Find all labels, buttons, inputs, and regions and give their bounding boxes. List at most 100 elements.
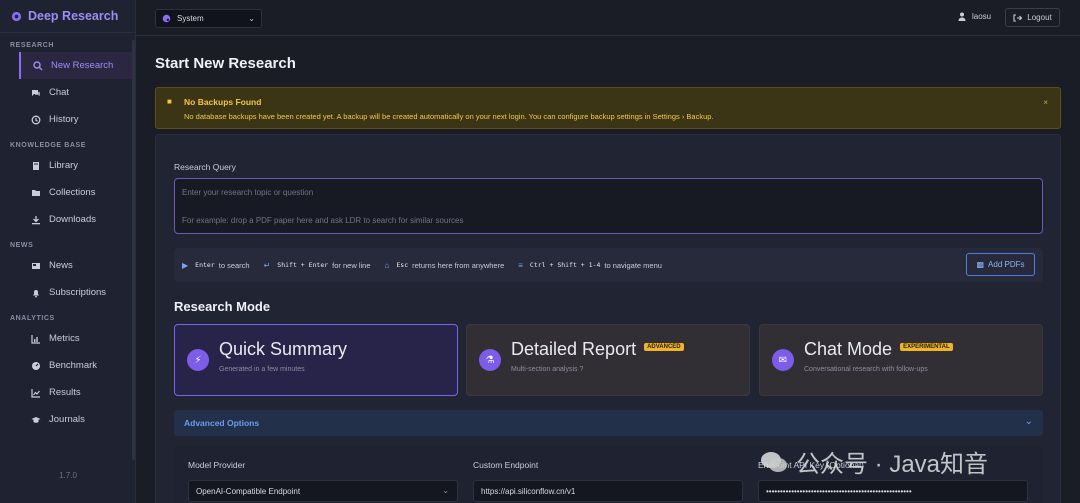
theme-select-value: System xyxy=(177,14,204,23)
model-provider-label: Model Provider xyxy=(188,460,246,470)
watermark: 公众号 · Java知音 xyxy=(760,444,988,479)
comments-icon: ✉ xyxy=(772,349,794,371)
atom-icon xyxy=(11,11,22,21)
close-icon[interactable]: × xyxy=(1043,98,1048,107)
play-icon: ▶ xyxy=(182,260,189,270)
section-label-analytics: ANALYTICS xyxy=(10,315,55,322)
folder-warning-icon: ■ xyxy=(167,97,172,106)
query-placeholder-line1: Enter your research topic or question xyxy=(182,188,314,197)
brand-name: Deep Research xyxy=(28,9,119,23)
book-icon xyxy=(31,161,41,171)
sidebar-item-journals[interactable]: Journals xyxy=(0,406,135,433)
sidebar-item-label: Chat xyxy=(49,87,70,98)
mode-title-wrap: Detailed Report ADVANCED xyxy=(511,339,684,360)
file-pdf-icon: ▩ xyxy=(976,260,985,269)
line-chart-icon xyxy=(31,388,41,398)
sidebar-item-news[interactable]: News xyxy=(0,252,135,279)
shortcut-text: to search xyxy=(218,260,250,270)
model-provider-value: OpenAI-Compatible Endpoint xyxy=(196,486,301,496)
newspaper-icon xyxy=(31,261,41,271)
add-pdfs-label: Add PDFs xyxy=(988,260,1025,269)
mode-title: Chat Mode xyxy=(804,339,893,359)
mode-title: Quick Summary xyxy=(219,339,348,359)
sidebar-item-chat[interactable]: Chat xyxy=(0,79,135,106)
custom-endpoint-input[interactable]: https://api.siliconflow.cn/v1 xyxy=(473,480,743,502)
palette-icon xyxy=(162,14,171,23)
lightning-icon: ⚡ xyxy=(187,349,209,371)
sidebar-item-benchmark[interactable]: Benchmark xyxy=(0,352,135,379)
chevron-down-icon: ⌄ xyxy=(1024,416,1033,427)
shortcut-key: Shift + Enter xyxy=(277,261,329,269)
model-provider-select[interactable]: OpenAI-Compatible Endpoint ⌄ xyxy=(188,480,458,502)
advanced-options-label: Advanced Options xyxy=(184,418,260,428)
custom-endpoint-value: https://api.siliconflow.cn/v1 xyxy=(481,486,576,496)
brand[interactable]: Deep Research xyxy=(0,0,135,33)
return-arrow-icon: ↵ xyxy=(263,260,271,270)
sidebar-item-label: Journals xyxy=(49,414,85,425)
wechat-icon xyxy=(761,451,787,472)
chat-icon xyxy=(31,88,41,98)
keyboard-shortcuts-bar: ▶ Enter to search ↵ Shift + Enter for ne… xyxy=(174,248,1043,282)
sidebar-item-subscriptions[interactable]: Subscriptions xyxy=(0,279,135,306)
mode-badge: EXPERIMENTAL xyxy=(900,343,953,352)
sidebar-item-library[interactable]: Library xyxy=(0,152,135,179)
shortcut-key: Esc xyxy=(396,261,409,269)
gauge-icon xyxy=(31,361,41,371)
flask-icon: ⚗ xyxy=(479,349,501,371)
home-icon: ⌂ xyxy=(384,260,390,270)
sidebar-item-label: Metrics xyxy=(49,333,80,344)
sidebar-item-label: Subscriptions xyxy=(49,287,107,298)
chevron-down-icon: ⌄ xyxy=(442,486,449,495)
download-icon xyxy=(31,215,41,225)
mode-quick-summary[interactable]: ⚡ Quick Summary Generated in a few minut… xyxy=(174,324,458,396)
folder-icon xyxy=(31,188,41,198)
sidebar-item-results[interactable]: Results xyxy=(0,379,135,406)
mode-title-wrap: Chat Mode EXPERIMENTAL xyxy=(804,339,953,360)
sidebar-item-label: News xyxy=(49,260,73,271)
mode-detailed-report[interactable]: ⚗ Detailed Report ADVANCED Multi-section … xyxy=(466,324,750,396)
menu-icon: ≡ xyxy=(518,260,523,270)
sidebar-item-label: Collections xyxy=(49,187,96,198)
alert-message: No database backups have been created ye… xyxy=(184,112,714,121)
alert-title: No Backups Found xyxy=(184,97,262,107)
sidebar: Deep Research RESEARCH New Research Chat… xyxy=(0,0,136,503)
mode-chat[interactable]: ✉ Chat Mode EXPERIMENTAL Conversational r… xyxy=(759,324,1043,396)
bell-icon xyxy=(31,288,41,298)
sidebar-scrollbar[interactable] xyxy=(132,40,135,460)
username: laosu xyxy=(972,12,992,21)
sidebar-item-downloads[interactable]: Downloads xyxy=(0,206,135,233)
sidebar-item-metrics[interactable]: Metrics xyxy=(0,325,135,352)
add-pdfs-button[interactable]: ▩ Add PDFs xyxy=(966,253,1035,276)
page-title: Start New Research xyxy=(155,55,296,72)
history-icon xyxy=(31,115,41,125)
app-version: 1.7.0 xyxy=(59,471,77,480)
chevron-down-icon: ⌄ xyxy=(248,14,255,23)
shortcut-text: for new line xyxy=(332,260,371,270)
mode-desc: Conversational research with follow-ups xyxy=(804,366,928,373)
api-key-input[interactable]: ••••••••••••••••••••••••••••••••••••••••… xyxy=(758,480,1028,502)
research-mode-title: Research Mode xyxy=(174,299,271,314)
theme-select[interactable]: System ⌄ xyxy=(155,9,262,28)
backup-alert: ■ No Backups Found No database backups h… xyxy=(155,87,1061,129)
sidebar-item-new-research[interactable]: New Research xyxy=(19,52,135,79)
shortcut-text: to navigate menu xyxy=(604,260,662,270)
sidebar-item-label: Results xyxy=(49,387,81,398)
research-query-input[interactable]: Enter your research topic or question Fo… xyxy=(174,178,1043,234)
shortcut-key: Ctrl + Shift + 1-4 xyxy=(529,261,601,269)
sidebar-item-history[interactable]: History xyxy=(0,106,135,133)
sidebar-item-label: New Research xyxy=(51,60,114,71)
section-label-knowledge-base: KNOWLEDGE BASE xyxy=(10,142,87,149)
sidebar-item-collections[interactable]: Collections xyxy=(0,179,135,206)
user-icon xyxy=(958,12,966,21)
user-info: laosu xyxy=(958,12,991,21)
shortcut-key: Enter xyxy=(195,261,215,269)
section-label-news: NEWS xyxy=(10,242,34,249)
logout-button[interactable]: Logout xyxy=(1005,8,1060,27)
sidebar-item-label: Library xyxy=(49,160,79,171)
advanced-options-toggle[interactable]: Advanced Options ⌄ xyxy=(174,410,1043,436)
section-label-research: RESEARCH xyxy=(10,42,55,49)
sidebar-item-label: Benchmark xyxy=(49,360,98,371)
query-placeholder-line2: For example: drop a PDF paper here and a… xyxy=(182,216,464,225)
research-query-label: Research Query xyxy=(174,162,236,172)
mode-desc: Generated in a few minutes xyxy=(219,366,305,373)
